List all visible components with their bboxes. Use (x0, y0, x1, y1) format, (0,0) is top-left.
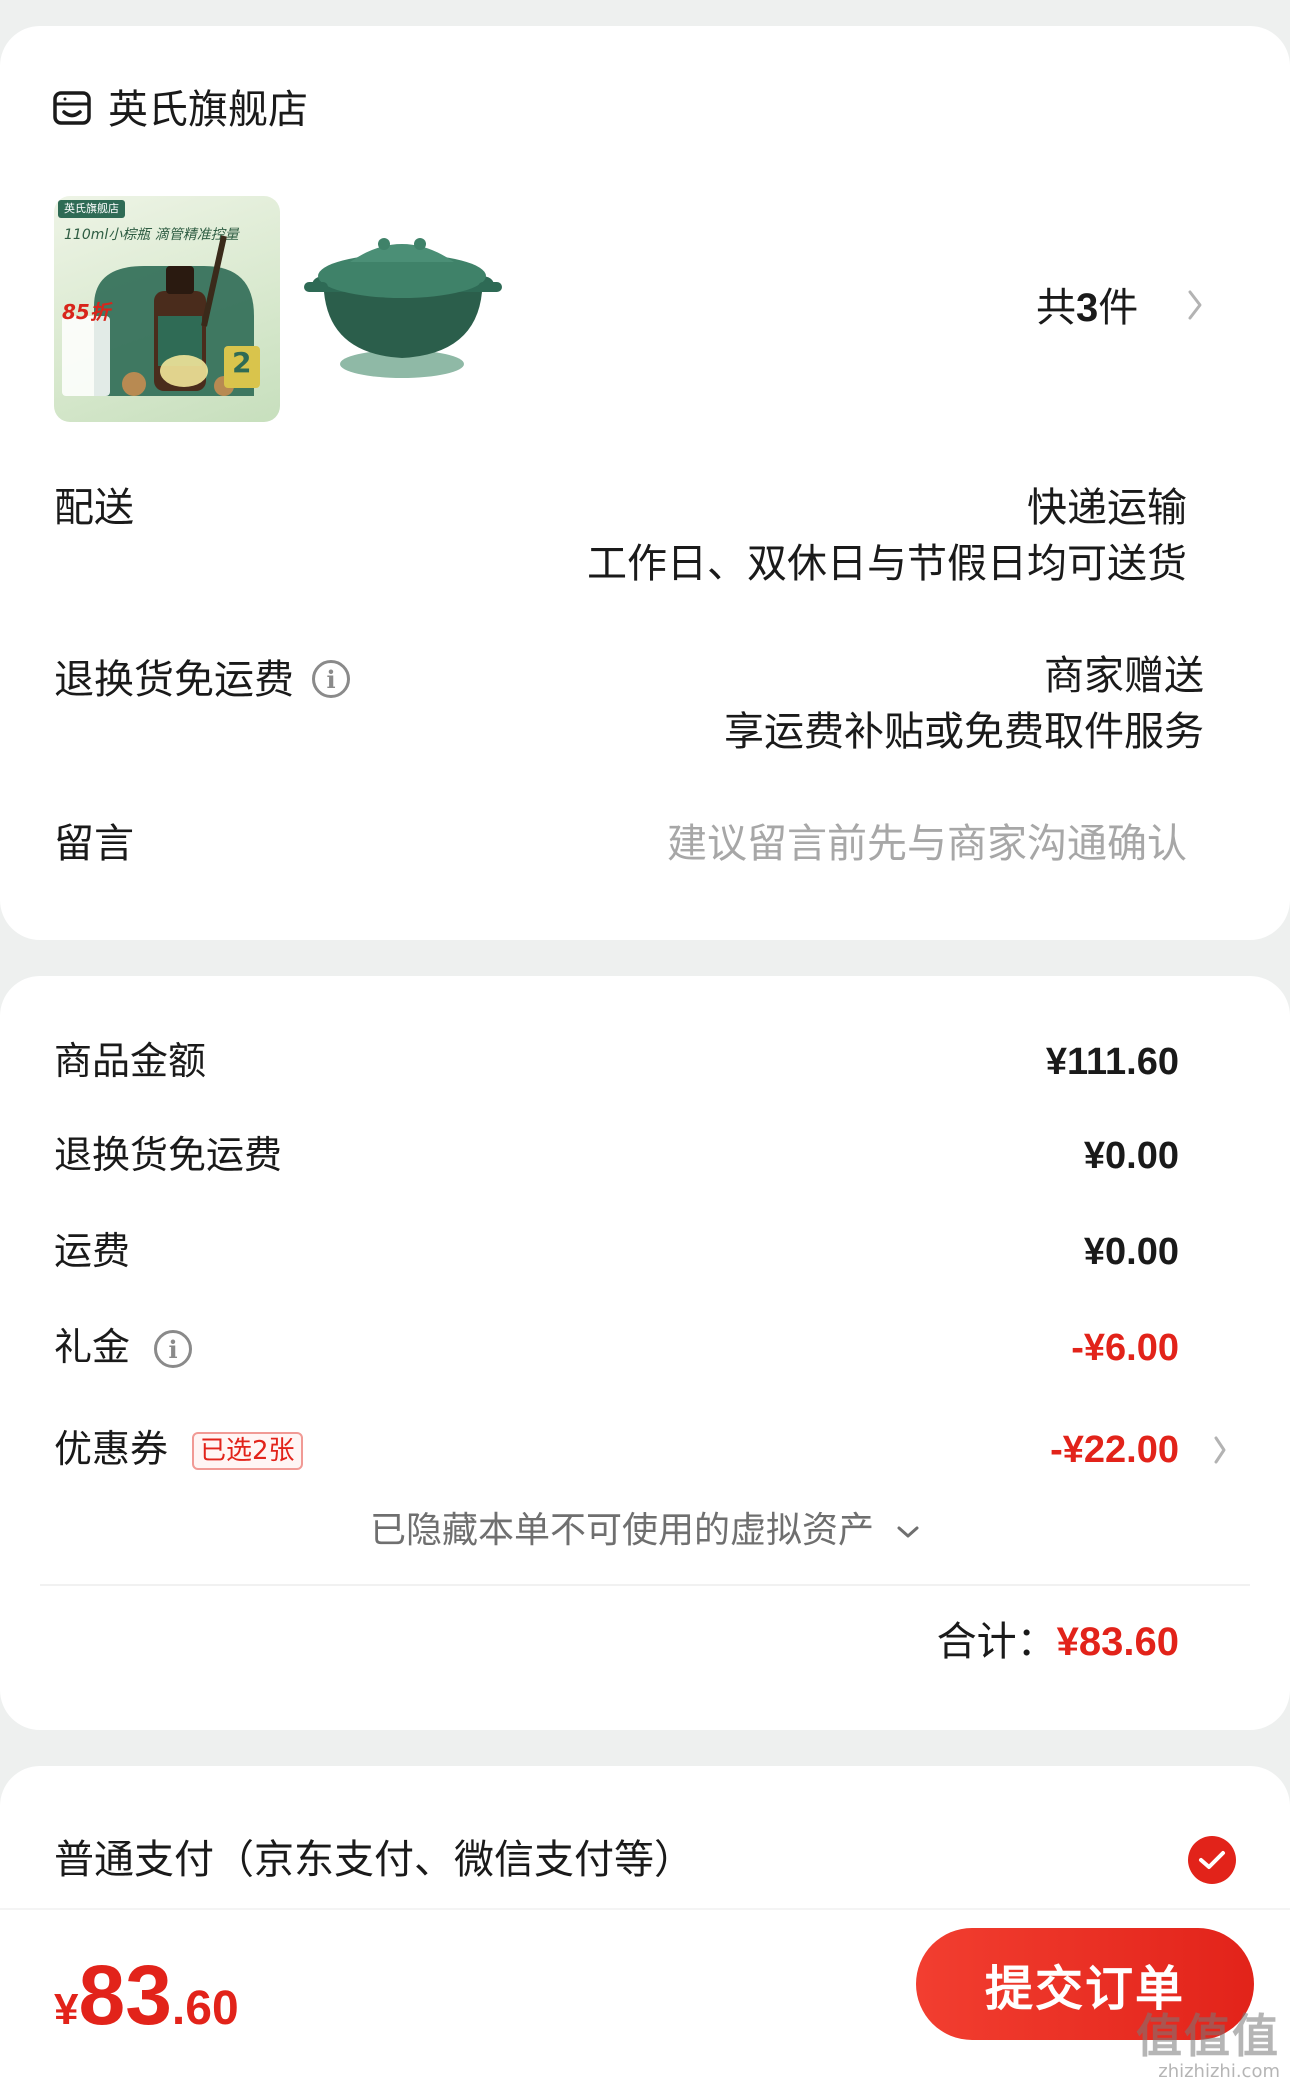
delivery-note: 工作日、双休日与节假日均可送货 (587, 541, 1187, 587)
delivery-method[interactable]: 快递运输 (1027, 480, 1187, 536)
thumb-badge: 2 (232, 346, 252, 379)
shipping-fee-value: ¥0.00 (1083, 1231, 1179, 1273)
message-input[interactable]: 建议留言前先与商家沟通确认 (667, 816, 1187, 872)
item-count[interactable]: 共3件 (1036, 280, 1138, 336)
return-shipping-note: 享运费补贴或免费取件服务 (724, 709, 1204, 755)
goods-amount-label: 商品金额 (54, 1039, 207, 1083)
chevron-down-icon (897, 1526, 919, 1538)
total-value: ¥83.60 (1056, 1620, 1179, 1664)
info-icon[interactable]: i (154, 1330, 192, 1368)
message-label: 留言 (54, 821, 134, 867)
watermark-logo: 值值值 (1136, 2009, 1280, 2063)
divider (0, 1908, 1290, 1910)
product-thumbnail-bowl[interactable] (290, 196, 516, 422)
product-image-suction-bowl (304, 238, 502, 378)
return-shipping-label: 退换货免运费 (54, 657, 294, 703)
coupon-selected-tag: 已选2张 (192, 1432, 303, 1470)
gift-money-value: -¥6.00 (1071, 1327, 1179, 1369)
footer-currency: ¥ (54, 1985, 79, 2034)
gift-money-label: 礼金 (54, 1325, 131, 1369)
footer-price-dec: .60 (171, 1982, 239, 2035)
product-thumbnail-oil[interactable]: 英氏旗舰店 110ml小棕瓶 滴管精准控量 85折 2 (54, 196, 280, 422)
thumb-discount: 85折 (62, 300, 110, 324)
store-name[interactable]: 英氏旗舰店 (108, 82, 308, 138)
return-shipping-value: 商家赠送 (1044, 653, 1204, 699)
info-icon[interactable]: i (312, 660, 350, 698)
total-label: 合计： (936, 1619, 1057, 1665)
shipping-fee-label: 运费 (54, 1229, 131, 1273)
watermark: 值值值 zhizhizhi.com (1136, 2010, 1280, 2082)
item-count-suffix: 件 (1098, 285, 1139, 331)
checkmark-icon[interactable] (1188, 1836, 1236, 1884)
item-count-number: 3 (1076, 286, 1099, 330)
coupon-value[interactable]: -¥22.00 (1050, 1426, 1179, 1474)
return-fee-value: ¥0.00 (1083, 1135, 1179, 1177)
item-count-prefix: 共 (1036, 285, 1076, 331)
hidden-assets-toggle[interactable]: 已隐藏本单不可使用的虚拟资产 (370, 1506, 921, 1556)
footer-price-int: 83 (78, 1948, 172, 2042)
chevron-right-icon[interactable] (1186, 288, 1204, 326)
payment-method-label[interactable]: 普通支付（京东支付、微信支付等） (54, 1832, 694, 1888)
store-icon (52, 90, 92, 130)
coupon-label: 优惠券 (54, 1427, 169, 1471)
watermark-url: zhizhizhi.com (1158, 2061, 1280, 2082)
delivery-label: 配送 (54, 485, 134, 531)
goods-amount-value: ¥111.60 (1045, 1041, 1179, 1083)
chevron-right-icon[interactable] (1212, 1434, 1228, 1470)
return-fee-label: 退换货免运费 (54, 1133, 283, 1177)
order-total: 合计：¥83.60 (937, 1614, 1179, 1670)
divider (40, 1584, 1250, 1586)
hidden-assets-text: 已隐藏本单不可使用的虚拟资产 (370, 1510, 875, 1551)
footer-price: ¥83.60 (54, 1950, 239, 2065)
